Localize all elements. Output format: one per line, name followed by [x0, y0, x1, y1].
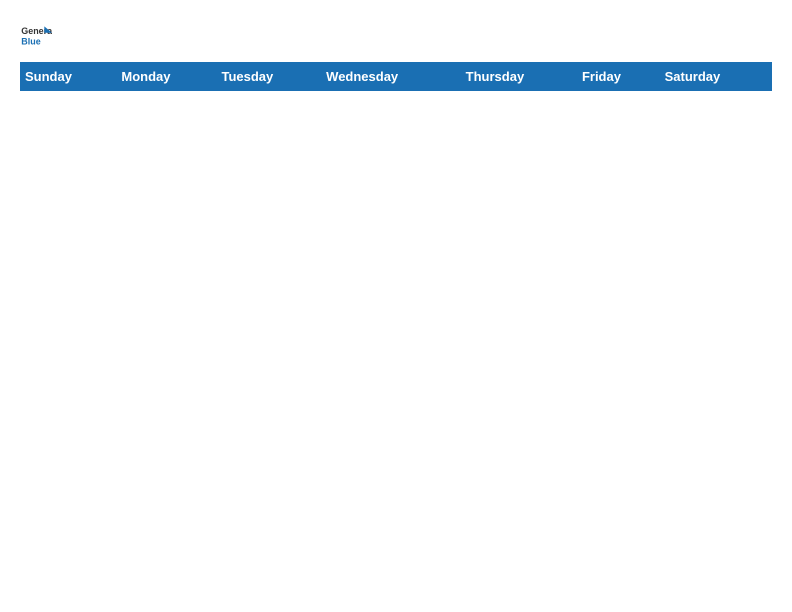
logo: General Blue	[20, 20, 52, 52]
header-cell-sunday: Sunday	[21, 63, 117, 91]
header-cell-tuesday: Tuesday	[217, 63, 322, 91]
header-cell-thursday: Thursday	[461, 63, 577, 91]
header-cell-saturday: Saturday	[660, 63, 771, 91]
calendar-header-row: SundayMondayTuesdayWednesdayThursdayFrid…	[21, 63, 772, 91]
header-cell-friday: Friday	[577, 63, 660, 91]
logo-icon: General Blue	[20, 20, 52, 52]
header-cell-wednesday: Wednesday	[322, 63, 462, 91]
svg-text:Blue: Blue	[21, 36, 40, 46]
header-cell-monday: Monday	[117, 63, 217, 91]
header: General Blue	[20, 20, 772, 52]
calendar-table: SundayMondayTuesdayWednesdayThursdayFrid…	[20, 62, 772, 91]
